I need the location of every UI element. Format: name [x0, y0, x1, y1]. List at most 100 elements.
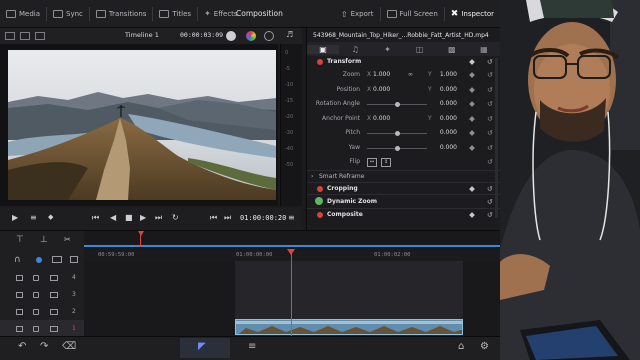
- settings-icon[interactable]: ⚙: [480, 341, 489, 352]
- linked-selection-icon[interactable]: [36, 257, 42, 263]
- track-header-4[interactable]: 4: [0, 269, 84, 286]
- track-header-3[interactable]: 3: [0, 286, 84, 303]
- transitions-tab[interactable]: Transitions: [90, 0, 153, 28]
- reset-icon[interactable]: ↺: [487, 68, 493, 83]
- keyframe-icon[interactable]: [469, 144, 475, 151]
- loop-button[interactable]: ↻: [172, 213, 179, 222]
- keyframe-icon[interactable]: [469, 72, 475, 78]
- file-tab[interactable]: ▦: [468, 45, 500, 54]
- menu-icon[interactable]: ≡: [288, 213, 295, 222]
- anchor-y-field[interactable]: 0.000: [433, 112, 457, 127]
- reset-icon[interactable]: ↺: [487, 83, 493, 98]
- full-screen-button[interactable]: Full Screen: [381, 0, 444, 28]
- reset-icon[interactable]: ↺: [487, 56, 493, 68]
- keyframe-icon[interactable]: [469, 101, 475, 107]
- lock-icon[interactable]: [16, 274, 23, 281]
- lock-icon[interactable]: [16, 308, 23, 315]
- image-tab[interactable]: ▩: [436, 45, 468, 54]
- composite-header[interactable]: Composite ↺: [307, 207, 500, 221]
- next-edit-button[interactable]: ⏭: [224, 213, 231, 223]
- export-button[interactable]: ⇧ Export: [335, 0, 380, 28]
- home-icon[interactable]: ⌂: [458, 341, 464, 352]
- audio-track-icon[interactable]: [33, 308, 39, 315]
- track-header-2[interactable]: 2: [0, 303, 84, 320]
- titles-tab[interactable]: Titles: [153, 0, 197, 28]
- track-header-1[interactable]: 1: [0, 320, 84, 337]
- yaw-field[interactable]: 0.000: [433, 141, 457, 156]
- edit-page-icon[interactable]: ≡: [248, 341, 256, 352]
- marker-icon[interactable]: ◆: [48, 213, 53, 221]
- inspector-scrollbar[interactable]: [495, 58, 498, 218]
- dynamic-zoom-header[interactable]: Dynamic Zoom ↺: [307, 193, 500, 209]
- audio-track-icon[interactable]: [33, 325, 39, 332]
- reverse-play-button[interactable]: ◀: [110, 213, 116, 222]
- enabled-indicator[interactable]: [317, 185, 323, 192]
- overview-playhead[interactable]: [138, 231, 144, 236]
- rotation-slider[interactable]: [367, 102, 427, 107]
- slider-handle[interactable]: [395, 102, 400, 107]
- lock-icon[interactable]: [16, 325, 23, 332]
- flip-horizontal-button[interactable]: ↔: [367, 158, 377, 167]
- zoom-icon[interactable]: [70, 256, 78, 263]
- keyframe-icon[interactable]: [469, 211, 475, 218]
- video-track-icon[interactable]: [50, 325, 58, 332]
- sync-tab[interactable]: Sync: [47, 0, 89, 28]
- delete-icon[interactable]: ⌫: [62, 341, 76, 352]
- last-frame-button[interactable]: ⏭: [155, 213, 162, 223]
- keyframe-icon[interactable]: [469, 86, 475, 93]
- rotation-field[interactable]: 0.000: [433, 97, 457, 112]
- position-y-field[interactable]: 0.000: [433, 83, 457, 98]
- razor-icon[interactable]: ✂: [64, 235, 71, 244]
- reset-icon[interactable]: ↺: [487, 126, 493, 141]
- zoom-y-field[interactable]: 1.000: [433, 68, 457, 83]
- effects-tab-icon[interactable]: ✦: [371, 45, 403, 54]
- anchor-x-field[interactable]: 0.000: [373, 112, 395, 127]
- color-wheel-icon[interactable]: [246, 31, 256, 41]
- yaw-slider[interactable]: [367, 145, 427, 151]
- pitch-field[interactable]: 0.000: [433, 126, 457, 141]
- first-frame-button[interactable]: ⏮: [92, 213, 99, 223]
- enabled-indicator[interactable]: [317, 59, 323, 65]
- pitch-slider[interactable]: [367, 131, 427, 136]
- position-lock-icon[interactable]: [52, 256, 62, 263]
- zoom-x-field[interactable]: 1.000: [373, 68, 395, 83]
- safe-area-icon[interactable]: [35, 32, 45, 40]
- prev-edit-button[interactable]: ⏮: [210, 213, 217, 223]
- audio-icon[interactable]: [264, 31, 274, 41]
- play-button[interactable]: ▶: [140, 213, 146, 222]
- redo-icon[interactable]: ↷: [40, 341, 48, 352]
- keyframe-icon[interactable]: [469, 59, 475, 65]
- playhead[interactable]: [291, 249, 292, 337]
- reset-icon[interactable]: ↺: [487, 195, 493, 209]
- audio-track-icon[interactable]: [33, 291, 39, 298]
- video-clip[interactable]: [235, 319, 463, 335]
- position-x-field[interactable]: 0.000: [373, 83, 395, 98]
- trim-mode-icon[interactable]: ⊥: [40, 235, 48, 245]
- stop-button[interactable]: ■: [125, 213, 133, 222]
- enabled-indicator[interactable]: [317, 211, 323, 218]
- inspector-tab[interactable]: ✖ Inspector: [445, 0, 500, 28]
- layout-icon[interactable]: [5, 32, 15, 40]
- keyframe-icon[interactable]: [469, 130, 475, 136]
- reset-icon[interactable]: ↺: [487, 209, 493, 221]
- undo-icon[interactable]: ↶: [18, 341, 26, 352]
- video-track-icon[interactable]: [50, 274, 58, 281]
- cropping-header[interactable]: Cropping ↺: [307, 181, 500, 194]
- transform-header[interactable]: Transform ↺: [307, 56, 500, 68]
- speaker-icon[interactable]: ♬: [286, 30, 293, 39]
- keyframe-icon[interactable]: [469, 115, 475, 122]
- transition-tab[interactable]: ◫: [404, 45, 436, 54]
- snapping-icon[interactable]: ∩: [14, 255, 21, 265]
- reset-icon[interactable]: ↺: [487, 97, 493, 112]
- smart-reframe-header[interactable]: › Smart Reframe: [307, 169, 500, 182]
- flip-vertical-button[interactable]: ↕: [381, 158, 391, 167]
- timeline-name[interactable]: Timeline 1: [125, 31, 159, 39]
- keyframe-icon[interactable]: [469, 185, 475, 192]
- video-viewer[interactable]: [0, 44, 278, 206]
- reset-icon[interactable]: ↺: [487, 155, 493, 170]
- audio-tab[interactable]: ♫: [339, 45, 371, 54]
- reset-icon[interactable]: ↺: [487, 141, 493, 156]
- timeline[interactable]: 00:59:59:00 01:00:00:00 01:00:02:00: [84, 230, 500, 337]
- cursor-tool-icon[interactable]: ▶: [12, 213, 18, 222]
- video-tab[interactable]: ▣: [307, 44, 340, 54]
